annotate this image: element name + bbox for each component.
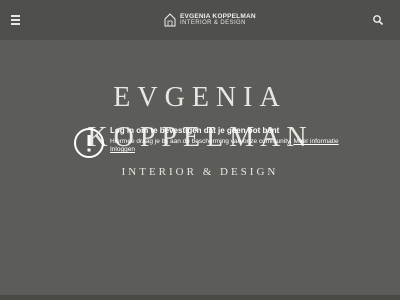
search-icon[interactable] [372,14,384,26]
hamburger-icon [11,15,20,17]
more-info-link[interactable]: Meer informatie [293,138,338,145]
notice-title: Log in om te bevestigen dat je geen bot … [110,126,280,135]
bot-check-notice: Log in om te bevestigen dat je geen bot … [110,126,370,154]
brand-name: EVGENIA KOPPELMAN [180,13,256,20]
brand-subtitle: INTERIOR & DESIGN [180,20,246,26]
footer-edge [0,295,400,300]
warning-icon [74,128,104,158]
login-link[interactable]: Inloggen [110,146,135,153]
house-logo-icon [164,13,176,27]
notice-body-line: Hiermee draag je bij aan de bescherming … [110,138,370,146]
hero-title-first: EVGENIA [113,82,287,113]
site-header: EVGENIA KOPPELMAN INTERIOR & DESIGN [0,0,400,40]
menu-button[interactable] [10,14,22,26]
hero-subtitle: INTERIOR & DESIGN [121,166,279,178]
brand-logo[interactable]: EVGENIA KOPPELMAN INTERIOR & DESIGN [164,13,256,27]
notice-body: Hiermee draag je bij aan de bescherming … [110,138,292,145]
